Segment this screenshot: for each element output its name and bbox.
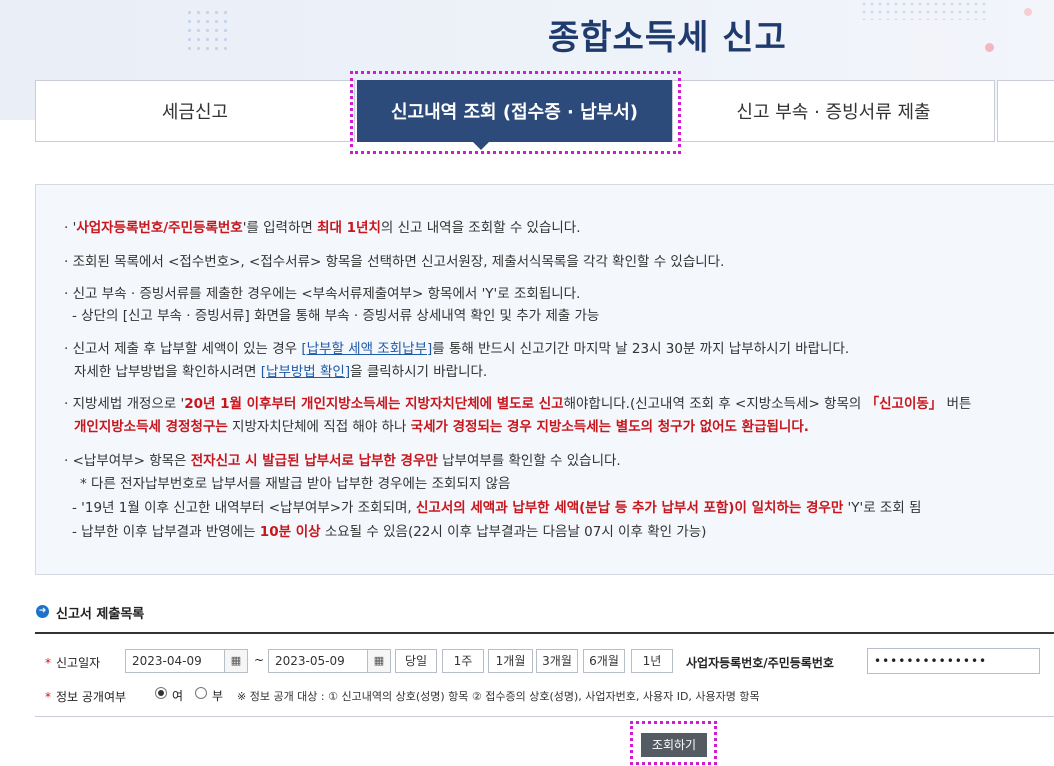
notice-line: · 신고 부속 · 증빙서류를 제출한 경우에는 <부속서류제출여부> 항목에서… — [64, 286, 581, 302]
public-no-label: 부 — [212, 689, 224, 703]
notice-subline: - 상단의 [신고 부속 · 증빙서류] 화면을 통해 부속 · 증빙서류 상세… — [72, 308, 600, 324]
date-range-separator: ~ — [254, 653, 265, 667]
notice-line: · 지방세법 개정으로 '20년 1월 이후부터 개인지방소득세는 지방자치단체… — [64, 396, 972, 412]
pay-tax-link[interactable]: [납부할 세액 조회납부] — [301, 341, 432, 357]
public-info-label: * 정보 공개여부 — [45, 690, 127, 704]
public-yes-radio[interactable] — [155, 687, 167, 699]
section-title: 신고서 제출목록 — [56, 607, 145, 622]
public-info-note: ※ 정보 공개 대상 : ① 신고내역의 상호(성명) 항목 ② 접수증의 상호… — [237, 690, 760, 703]
period-1month-button[interactable]: 1개월 — [488, 649, 533, 673]
notice-subline: 개인지방소득세 경정청구는 지방자치단체에 직접 해야 하나 국세가 경정되는 … — [74, 419, 809, 435]
public-yes-label: 여 — [172, 689, 184, 703]
start-date-input[interactable]: 2023-04-09 — [125, 649, 225, 673]
circle-decoration — [1024, 8, 1032, 16]
search-form: * 신고일자 2023-04-09 ▦ ~ 2023-05-09 ▦ 당일 1주 … — [35, 632, 1054, 717]
notice-subline: - 납부한 이후 납부결과 반영에는 10분 이상 소요될 수 있음(22시 이… — [72, 524, 707, 540]
notice-line: · '사업자등록번호/주민등록번호'를 입력하면 최대 1년치의 신고 내역을 … — [64, 220, 581, 236]
dot-pattern-decoration — [860, 0, 990, 20]
period-today-button[interactable]: 당일 — [395, 649, 437, 673]
payment-method-link[interactable]: [납부방법 확인] — [261, 364, 350, 380]
tab-highlight-box — [350, 71, 681, 154]
notice-line: · 조회된 목록에서 <접수번호>, <접수서류> 항목을 선택하면 신고서원장… — [64, 254, 725, 270]
business-number-label: 사업자등록번호/주민등록번호 — [686, 656, 834, 670]
calendar-icon[interactable]: ▦ — [367, 649, 391, 673]
calendar-icon[interactable]: ▦ — [224, 649, 248, 673]
notice-subline: * 다른 전자납부번호로 납부서를 재발급 받아 납부한 경우에는 조회되지 않… — [80, 476, 511, 492]
notice-line: · <납부여부> 항목은 전자신고 시 발급된 납부서로 납부한 경우만 납부여… — [64, 453, 621, 469]
tab-tax-filing[interactable]: 세금신고 — [35, 80, 355, 142]
end-date-input[interactable]: 2023-05-09 — [268, 649, 368, 673]
arrow-circle-icon: ➜ — [36, 605, 49, 618]
period-1week-button[interactable]: 1주 — [442, 649, 484, 673]
tab-next-partial[interactable] — [997, 80, 1054, 142]
public-no-radio[interactable] — [195, 687, 207, 699]
period-3month-button[interactable]: 3개월 — [536, 649, 578, 673]
notice-subline: 자세한 납부방법을 확인하시려면 [납부방법 확인]을 클릭하시기 바랍니다. — [74, 364, 488, 380]
notice-line: · 신고서 제출 후 납부할 세액이 있는 경우 [납부할 세액 조회납부]를 … — [64, 341, 850, 357]
notice-subline: - '19년 1월 이후 신고한 내역부터 <납부여부>가 조회되며, 신고서의… — [72, 500, 922, 516]
search-highlight-box — [630, 721, 717, 765]
dot-pattern-decoration — [185, 8, 229, 52]
date-label: * 신고일자 — [45, 656, 101, 670]
business-number-input[interactable]: •••••••••••••• — [867, 648, 1040, 674]
notice-box: · '사업자등록번호/주민등록번호'를 입력하면 최대 1년치의 신고 내역을 … — [35, 184, 1054, 575]
period-1year-button[interactable]: 1년 — [631, 649, 673, 673]
page-title: 종합소득세 신고 — [548, 18, 787, 58]
period-6month-button[interactable]: 6개월 — [583, 649, 625, 673]
circle-decoration — [985, 43, 994, 52]
tab-supporting-documents[interactable]: 신고 부속 · 증빙서류 제출 — [672, 80, 995, 142]
